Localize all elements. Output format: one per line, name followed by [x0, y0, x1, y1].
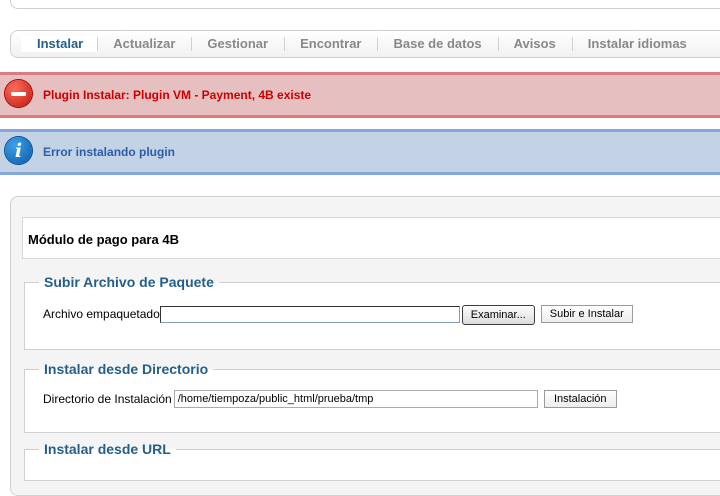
error-message-text: Plugin Instalar: Plugin VM - Payment, 4B…: [43, 88, 312, 102]
error-message: Plugin Instalar: Plugin VM - Payment, 4B…: [0, 72, 720, 118]
installer-tabs: Instalar Actualizar Gestionar Encontrar …: [10, 30, 720, 58]
install-directory-input[interactable]: [173, 390, 538, 408]
tab-base-de-datos[interactable]: Base de datos: [377, 36, 497, 52]
tab-actualizar[interactable]: Actualizar: [97, 36, 191, 52]
directory-label: Directorio de Instalación: [43, 392, 172, 406]
upload-row: Archivo empaquetado Examinar... Subir e …: [43, 303, 633, 325]
module-title: Módulo de pago para 4B: [28, 232, 179, 247]
tab-encontrar[interactable]: Encontrar: [284, 36, 377, 52]
upload-label: Archivo empaquetado: [43, 307, 160, 321]
package-file-input[interactable]: [159, 305, 460, 323]
install-url-legend: Instalar desde URL: [44, 441, 171, 457]
install-directory-button[interactable]: Instalación: [543, 390, 617, 408]
tab-instalar-idiomas[interactable]: Instalar idiomas: [571, 36, 703, 52]
tab-instalar[interactable]: Instalar: [21, 36, 98, 52]
install-url-section: Instalar desde URL: [24, 441, 720, 481]
stop-icon: [5, 80, 32, 107]
info-message: i Error instalando plugin: [0, 129, 720, 175]
info-message-text: Error instalando plugin: [43, 145, 176, 159]
info-icon: i: [5, 137, 32, 164]
upload-package-legend: Subir Archivo de Paquete: [44, 274, 214, 290]
install-directory-legend: Instalar desde Directorio: [44, 361, 209, 377]
browse-button[interactable]: Examinar...: [461, 305, 535, 325]
tab-avisos[interactable]: Avisos: [497, 36, 572, 52]
tab-gestionar[interactable]: Gestionar: [191, 36, 284, 52]
top-panel: [10, 0, 720, 9]
directory-row: Directorio de Instalación Instalación: [43, 390, 617, 408]
module-title-box: Módulo de pago para 4B: [22, 217, 720, 259]
upload-install-button[interactable]: Subir e Instalar: [540, 305, 633, 323]
